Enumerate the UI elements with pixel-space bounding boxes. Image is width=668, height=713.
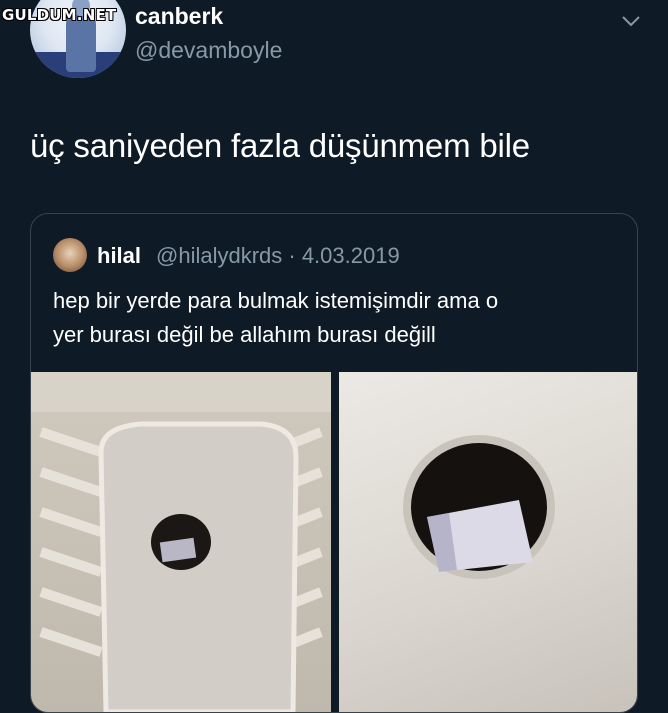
quoted-user-avatar	[53, 238, 87, 272]
photo-squat-toilet[interactable]	[31, 372, 331, 712]
quoted-tweet-card[interactable]: hilal @hilalydkrds · 4.03.2019 hep bir y…	[30, 213, 638, 713]
quoted-handle-date: @hilalydkrds · 4.03.2019	[156, 243, 400, 268]
quoted-display-name: hilal	[97, 243, 142, 268]
quoted-text-line-2: yer burası değil be allahım burası değil…	[53, 322, 436, 347]
quoted-tweet-text: hep bir yerde para bulmak istemişimdir a…	[53, 284, 623, 352]
quoted-text-line-1: hep bir yerde para bulmak istemişimdir a…	[53, 288, 499, 313]
username[interactable]: @devamboyle	[135, 37, 282, 64]
tweet-text: üç saniyeden fazla düşünmem bile	[30, 127, 530, 164]
display-name[interactable]: canberk	[135, 3, 223, 30]
photo-drain-closeup[interactable]	[339, 372, 637, 712]
chevron-down-icon[interactable]	[620, 10, 642, 32]
site-watermark: GULDUM.NET	[2, 6, 117, 24]
